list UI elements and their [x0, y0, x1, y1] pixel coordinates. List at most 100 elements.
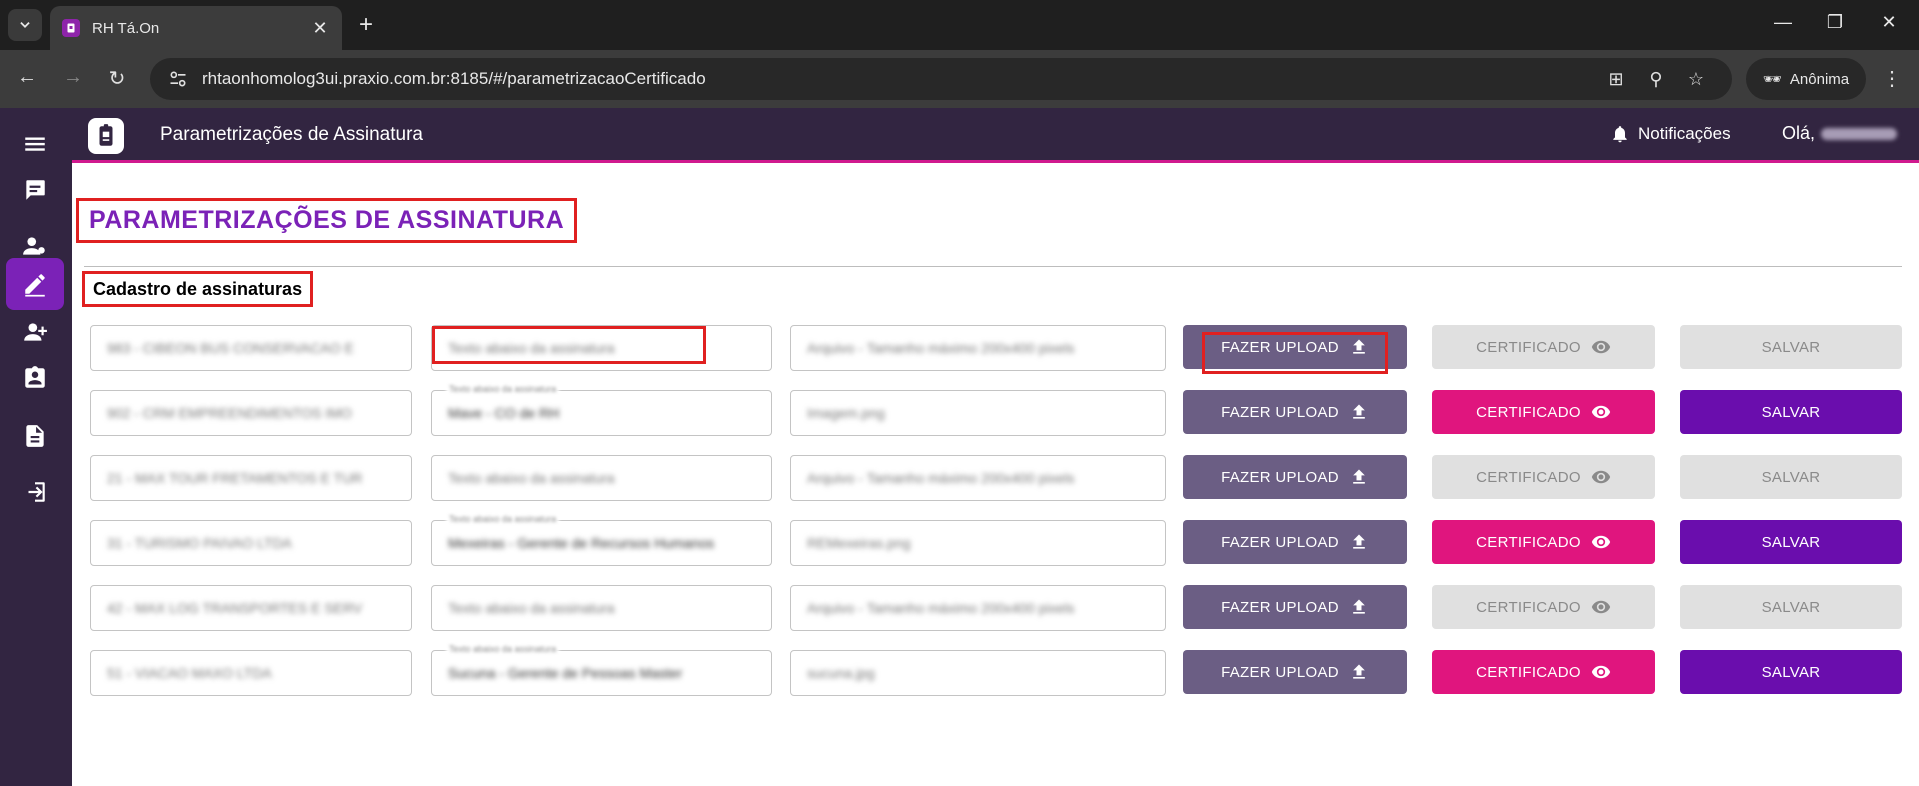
- save-label: SALVAR: [1761, 663, 1821, 681]
- company-value: 51 - VIACAO MAXO LTDA: [107, 665, 272, 681]
- company-field[interactable]: 42 - MAX LOG TRANSPORTES E SERV: [90, 585, 412, 631]
- browser-toolbar: ← → ↻ rhtaonhomolog3ui.praxio.com.br:818…: [0, 50, 1919, 108]
- save-button[interactable]: SALVAR: [1680, 325, 1902, 369]
- signature-row: 983 - CIBEON BUS CONSERVACAO E Texto abai…: [0, 325, 1919, 371]
- users-settings-icon: [23, 237, 45, 255]
- upload-button[interactable]: FAZER UPLOAD: [1183, 520, 1407, 564]
- upload-button[interactable]: FAZER UPLOAD: [1183, 325, 1407, 369]
- signature-file-value: Imagem.png: [807, 405, 885, 421]
- company-value: 902 - CRM EMPREENDIMENTOS IMO: [107, 405, 352, 421]
- signature-text-field[interactable]: Texto abaixo da assinatura: [431, 325, 772, 371]
- pen-icon: [25, 274, 45, 297]
- forward-button[interactable]: →: [58, 66, 88, 89]
- company-field[interactable]: 31 - TURISMO PAIVAO LTDA: [90, 520, 412, 566]
- signature-file-value: Arquivo - Tamanho máximo 200x400 pixels: [807, 340, 1075, 356]
- certificate-button[interactable]: CERTIFICADO: [1432, 325, 1655, 369]
- eye-icon: [1591, 405, 1611, 419]
- user-name-redacted: [1821, 127, 1898, 140]
- hamburger-icon: [25, 137, 45, 151]
- signature-text-field[interactable]: Texto abaixo da assinatura: [431, 585, 772, 631]
- signature-text-value: Mave - CO de RH: [448, 405, 560, 421]
- signature-file-field[interactable]: Arquivo - Tamanho máximo 200x400 pixels: [790, 325, 1166, 371]
- company-value: 983 - CIBEON BUS CONSERVACAO E: [107, 340, 354, 356]
- url-text: rhtaonhomolog3ui.praxio.com.br:8185/#/pa…: [202, 69, 706, 88]
- certificate-button[interactable]: CERTIFICADO: [1432, 520, 1655, 564]
- site-settings-icon[interactable]: [166, 67, 190, 91]
- signature-file-value: REMexeiras.png: [807, 535, 911, 551]
- upload-icon: [1353, 404, 1365, 419]
- eye-icon: [1591, 470, 1611, 484]
- signature-file-field[interactable]: REMexeiras.png: [790, 520, 1166, 566]
- translate-icon[interactable]: ⊞: [1596, 69, 1636, 90]
- header-title: Parametrizações de Assinatura: [160, 124, 423, 145]
- back-button[interactable]: ←: [12, 66, 42, 89]
- chevron-down-icon: [20, 22, 30, 28]
- signature-text-value: Mexeiras - Gerente de Recursos Humanos: [448, 535, 715, 551]
- save-button[interactable]: SALVAR: [1680, 520, 1902, 564]
- user-greeting[interactable]: Olá,: [1782, 123, 1898, 144]
- certificate-button[interactable]: CERTIFICADO: [1432, 455, 1655, 499]
- signature-file-field[interactable]: Arquivo - Tamanho máximo 200x400 pixels: [790, 455, 1166, 501]
- tab-close-icon[interactable]: ✕: [310, 18, 330, 39]
- signature-file-value: Arquivo - Tamanho máximo 200x400 pixels: [807, 470, 1075, 486]
- certificate-button[interactable]: CERTIFICADO: [1432, 390, 1655, 434]
- upload-label: FAZER UPLOAD: [1221, 533, 1339, 551]
- signature-text-value: Texto abaixo da assinatura: [448, 600, 615, 616]
- save-button[interactable]: SALVAR: [1680, 650, 1902, 694]
- save-label: SALVAR: [1761, 533, 1821, 551]
- signature-text-field[interactable]: Texto abaixo da assinatura Mexeiras - Ger…: [431, 514, 772, 566]
- certificate-label: CERTIFICADO: [1476, 598, 1581, 616]
- company-value: 21 - MAX TOUR FRETAMENTOS E TUR: [107, 470, 363, 486]
- upload-label: FAZER UPLOAD: [1221, 403, 1339, 421]
- menu-toggle-button[interactable]: [6, 118, 64, 170]
- certificate-label: CERTIFICADO: [1476, 403, 1581, 421]
- sidebar-item-signatures[interactable]: [6, 258, 64, 310]
- sidebar-item-messages[interactable]: [6, 164, 64, 216]
- zoom-icon[interactable]: ⚲: [1636, 69, 1676, 90]
- minimize-button[interactable]: —: [1768, 12, 1798, 33]
- save-button[interactable]: SALVAR: [1680, 455, 1902, 499]
- incognito-indicator[interactable]: 🕶 Anônima: [1746, 58, 1866, 100]
- company-field[interactable]: 902 - CRM EMPREENDIMENTOS IMO: [90, 390, 412, 436]
- upload-button[interactable]: FAZER UPLOAD: [1183, 650, 1407, 694]
- eye-icon: [1591, 535, 1611, 549]
- tab-search-button[interactable]: [8, 9, 42, 41]
- restore-button[interactable]: ❐: [1820, 12, 1850, 33]
- browser-tab[interactable]: RH Tá.On ✕: [50, 6, 342, 50]
- upload-icon: [1353, 664, 1365, 679]
- page-title: PARAMETRIZAÇÕES DE ASSINATURA: [76, 198, 578, 243]
- signature-file-field[interactable]: Arquivo - Tamanho máximo 200x400 pixels: [790, 585, 1166, 631]
- browser-menu-icon[interactable]: ⋮: [1880, 66, 1904, 91]
- upload-button[interactable]: FAZER UPLOAD: [1183, 390, 1407, 434]
- upload-label: FAZER UPLOAD: [1221, 468, 1339, 486]
- signature-text-field[interactable]: Texto abaixo da assinatura: [431, 455, 772, 501]
- close-window-button[interactable]: ✕: [1874, 12, 1904, 33]
- certificate-button[interactable]: CERTIFICADO: [1432, 650, 1655, 694]
- signature-text-field[interactable]: Texto abaixo da assinatura Sucuna - Geren…: [431, 644, 772, 696]
- company-value: 42 - MAX LOG TRANSPORTES E SERV: [107, 600, 363, 616]
- company-field[interactable]: 983 - CIBEON BUS CONSERVACAO E: [90, 325, 412, 371]
- upload-button[interactable]: FAZER UPLOAD: [1183, 585, 1407, 629]
- notifications-label: Notificações: [1638, 124, 1731, 143]
- reload-button[interactable]: ↻: [102, 66, 132, 91]
- app-logo[interactable]: [88, 118, 124, 154]
- upload-button[interactable]: FAZER UPLOAD: [1183, 455, 1407, 499]
- save-button[interactable]: SALVAR: [1680, 390, 1902, 434]
- company-field[interactable]: 51 - VIACAO MAXO LTDA: [90, 650, 412, 696]
- certificate-label: CERTIFICADO: [1476, 338, 1581, 356]
- company-field[interactable]: 21 - MAX TOUR FRETAMENTOS E TUR: [90, 455, 412, 501]
- notifications-button[interactable]: Notificações: [1610, 124, 1731, 144]
- address-bar[interactable]: rhtaonhomolog3ui.praxio.com.br:8185/#/pa…: [150, 58, 1732, 100]
- signature-file-field[interactable]: Imagem.png: [790, 390, 1166, 436]
- signature-text-field[interactable]: Texto abaixo da assinatura Mave - CO de R…: [431, 384, 772, 436]
- badge-logo-icon: [99, 124, 113, 146]
- certificate-button[interactable]: CERTIFICADO: [1432, 585, 1655, 629]
- signature-row: 902 - CRM EMPREENDIMENTOS IMO Texto abaix…: [0, 384, 1919, 436]
- chat-icon: [26, 180, 45, 200]
- eye-icon: [1591, 340, 1611, 354]
- upload-label: FAZER UPLOAD: [1221, 663, 1339, 681]
- bookmark-star-icon[interactable]: ☆: [1676, 69, 1716, 90]
- new-tab-button[interactable]: +: [352, 12, 380, 38]
- signature-file-field[interactable]: sucuna.jpg: [790, 650, 1166, 696]
- save-button[interactable]: SALVAR: [1680, 585, 1902, 629]
